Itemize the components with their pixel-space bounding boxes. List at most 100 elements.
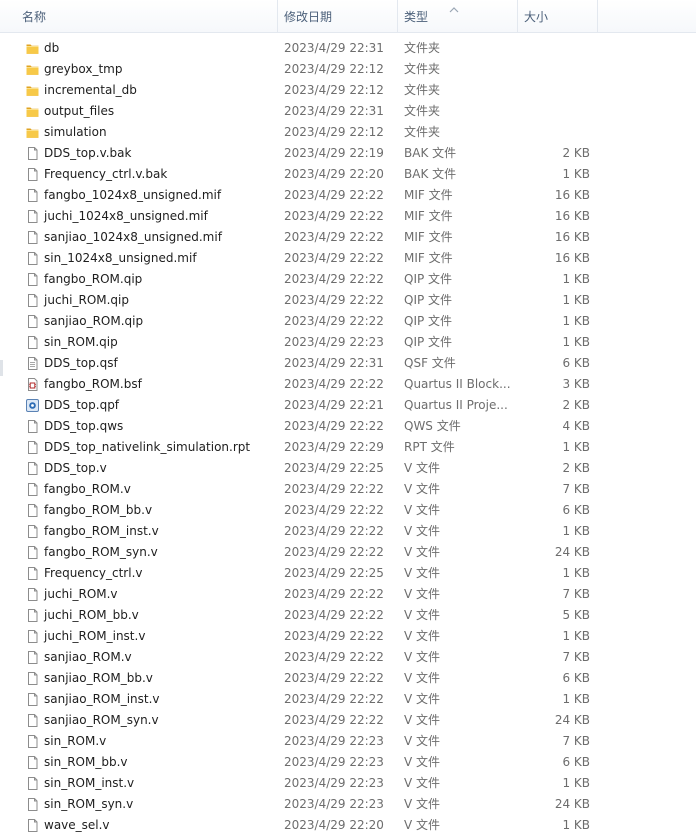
list-item-fangbo-rom-bsf[interactable]: fangbo_ROM.bsf 2023/4/29 22:22 Quartus II … [0, 374, 696, 395]
list-item-frequency-ctrl-v-bak[interactable]: Frequency_ctrl.v.bak 2023/4/29 22:20 BAK 文… [0, 164, 696, 185]
file-type: QWS 文件 [404, 419, 461, 433]
file-type: QIP 文件 [404, 293, 453, 307]
column-header-name[interactable]: 名称 [16, 0, 278, 32]
list-item-dds-top-v-bak[interactable]: DDS_top.v.bak 2023/4/29 22:19 BAK 文件 2 KB [0, 143, 696, 164]
file-size: 7 KB [562, 650, 590, 664]
file-name: juchi_ROM_bb.v [44, 608, 139, 622]
file-size: 1 KB [562, 272, 590, 286]
file-size: 24 KB [554, 797, 590, 811]
modified-date: 2023/4/29 22:22 [284, 713, 384, 727]
file-size: 1 KB [562, 629, 590, 643]
list-item-dds-top-nativelink-simulation-rpt[interactable]: DDS_top_nativelink_simulation.rpt 2023/4/… [0, 437, 696, 458]
file-name: greybox_tmp [44, 62, 123, 76]
list-item-frequency-ctrl-v[interactable]: Frequency_ctrl.v 2023/4/29 22:25 V 文件 1 KB [0, 563, 696, 584]
file-name: sin_1024x8_unsigned.mif [44, 251, 197, 265]
file-size: 1 KB [562, 776, 590, 790]
list-item-output-files[interactable]: output_files 2023/4/29 22:31 文件夹 [0, 101, 696, 122]
modified-date: 2023/4/29 22:22 [284, 692, 384, 706]
file-name: sin_ROM_syn.v [44, 797, 134, 811]
file-type: V 文件 [404, 524, 441, 538]
file-icon [25, 713, 40, 728]
list-item-incremental-db[interactable]: incremental_db 2023/4/29 22:12 文件夹 [0, 80, 696, 101]
file-icon [25, 272, 40, 287]
file-icon [25, 335, 40, 350]
list-item-fangbo-rom-qip[interactable]: fangbo_ROM.qip 2023/4/29 22:22 QIP 文件 1 KB [0, 269, 696, 290]
list-item-fangbo-1024x8-unsigned-mif[interactable]: fangbo_1024x8_unsigned.mif 2023/4/29 22:2… [0, 185, 696, 206]
list-item-fangbo-rom-bb-v[interactable]: fangbo_ROM_bb.v 2023/4/29 22:22 V 文件 6 KB [0, 500, 696, 521]
file-name: sanjiao_ROM.v [44, 650, 132, 664]
list-item-wave-sel-v[interactable]: wave_sel.v 2023/4/29 22:20 V 文件 1 KB [0, 815, 696, 836]
modified-date: 2023/4/29 22:20 [284, 167, 384, 181]
block-file-icon [25, 377, 40, 392]
file-name: incremental_db [44, 83, 137, 97]
list-item-dds-top-qpf[interactable]: DDS_top.qpf 2023/4/29 22:21 Quartus II Pro… [0, 395, 696, 416]
list-item-fangbo-rom-syn-v[interactable]: fangbo_ROM_syn.v 2023/4/29 22:22 V 文件 24 KB [0, 542, 696, 563]
file-size: 2 KB [562, 398, 590, 412]
modified-date: 2023/4/29 22:22 [284, 608, 384, 622]
modified-date: 2023/4/29 22:22 [284, 293, 384, 307]
list-item-sanjiao-rom-syn-v[interactable]: sanjiao_ROM_syn.v 2023/4/29 22:22 V 文件 24 K… [0, 710, 696, 731]
file-icon [25, 545, 40, 560]
list-item-sanjiao-rom-qip[interactable]: sanjiao_ROM.qip 2023/4/29 22:22 QIP 文件 1 KB [0, 311, 696, 332]
file-type: QIP 文件 [404, 272, 453, 286]
file-name: DDS_top.v [44, 461, 107, 475]
list-item-juchi-1024x8-unsigned-mif[interactable]: juchi_1024x8_unsigned.mif 2023/4/29 22:22… [0, 206, 696, 227]
file-size: 2 KB [562, 146, 590, 160]
file-size: 1 KB [562, 293, 590, 307]
file-name: juchi_ROM.qip [44, 293, 129, 307]
list-item-sanjiao-rom-v[interactable]: sanjiao_ROM.v 2023/4/29 22:22 V 文件 7 KB [0, 647, 696, 668]
file-name: sin_ROM_bb.v [44, 755, 128, 769]
modified-date: 2023/4/29 22:23 [284, 335, 384, 349]
file-icon [25, 776, 40, 791]
column-header-date[interactable]: 修改日期 [278, 0, 398, 32]
list-item-fangbo-rom-v[interactable]: fangbo_ROM.v 2023/4/29 22:22 V 文件 7 KB [0, 479, 696, 500]
file-size: 1 KB [562, 314, 590, 328]
file-type: V 文件 [404, 461, 441, 475]
modified-date: 2023/4/29 22:22 [284, 629, 384, 643]
list-item-dds-top-qsf[interactable]: DDS_top.qsf 2023/4/29 22:31 QSF 文件 6 KB [0, 353, 696, 374]
list-item-juchi-rom-bb-v[interactable]: juchi_ROM_bb.v 2023/4/29 22:22 V 文件 5 KB [0, 605, 696, 626]
list-item-greybox-tmp[interactable]: greybox_tmp 2023/4/29 22:12 文件夹 [0, 59, 696, 80]
list-item-sanjiao-rom-bb-v[interactable]: sanjiao_ROM_bb.v 2023/4/29 22:22 V 文件 6 KB [0, 668, 696, 689]
file-size: 7 KB [562, 482, 590, 496]
file-type: V 文件 [404, 776, 441, 790]
file-icon [25, 419, 40, 434]
folder-icon [25, 83, 40, 98]
modified-date: 2023/4/29 22:19 [284, 146, 384, 160]
file-icon [25, 524, 40, 539]
list-item-dds-top-qws[interactable]: DDS_top.qws 2023/4/29 22:22 QWS 文件 4 KB [0, 416, 696, 437]
modified-date: 2023/4/29 22:31 [284, 104, 384, 118]
text-file-icon [25, 356, 40, 371]
list-item-dds-top-v[interactable]: DDS_top.v 2023/4/29 22:25 V 文件 2 KB [0, 458, 696, 479]
list-item-sin-rom-bb-v[interactable]: sin_ROM_bb.v 2023/4/29 22:23 V 文件 6 KB [0, 752, 696, 773]
file-size: 16 KB [554, 251, 590, 265]
list-item-fangbo-rom-inst-v[interactable]: fangbo_ROM_inst.v 2023/4/29 22:22 V 文件 1 KB [0, 521, 696, 542]
list-item-sanjiao-rom-inst-v[interactable]: sanjiao_ROM_inst.v 2023/4/29 22:22 V 文件 1 K… [0, 689, 696, 710]
file-size: 7 KB [562, 734, 590, 748]
file-type: V 文件 [404, 797, 441, 811]
file-name: DDS_top_nativelink_simulation.rpt [44, 440, 251, 454]
file-name: fangbo_1024x8_unsigned.mif [44, 188, 222, 202]
list-item-sin-rom-inst-v[interactable]: sin_ROM_inst.v 2023/4/29 22:23 V 文件 1 KB [0, 773, 696, 794]
file-name: juchi_1024x8_unsigned.mif [44, 209, 208, 223]
list-item-juchi-rom-inst-v[interactable]: juchi_ROM_inst.v 2023/4/29 22:22 V 文件 1 KB [0, 626, 696, 647]
folder-icon [25, 62, 40, 77]
file-type: MIF 文件 [404, 209, 453, 223]
file-type: MIF 文件 [404, 251, 453, 265]
modified-date: 2023/4/29 22:22 [284, 209, 384, 223]
list-item-simulation[interactable]: simulation 2023/4/29 22:12 文件夹 [0, 122, 696, 143]
list-item-sanjiao-1024x8-unsigned-mif[interactable]: sanjiao_1024x8_unsigned.mif 2023/4/29 22:… [0, 227, 696, 248]
list-item-juchi-rom-qip[interactable]: juchi_ROM.qip 2023/4/29 22:22 QIP 文件 1 KB [0, 290, 696, 311]
list-item-sin-1024x8-unsigned-mif[interactable]: sin_1024x8_unsigned.mif 2023/4/29 22:22 MI… [0, 248, 696, 269]
list-item-sin-rom-qip[interactable]: sin_ROM.qip 2023/4/29 22:23 QIP 文件 1 KB [0, 332, 696, 353]
file-name: sin_ROM.qip [44, 335, 118, 349]
file-name: DDS_top.qws [44, 419, 124, 433]
file-size: 1 KB [562, 566, 590, 580]
list-item-db[interactable]: db 2023/4/29 22:31 文件夹 [0, 38, 696, 59]
list-item-juchi-rom-v[interactable]: juchi_ROM.v 2023/4/29 22:22 V 文件 7 KB [0, 584, 696, 605]
list-item-sin-rom-syn-v[interactable]: sin_ROM_syn.v 2023/4/29 22:23 V 文件 24 KB [0, 794, 696, 815]
list-item-sin-rom-v[interactable]: sin_ROM.v 2023/4/29 22:23 V 文件 7 KB [0, 731, 696, 752]
modified-date: 2023/4/29 22:22 [284, 650, 384, 664]
column-header-size[interactable]: 大小 [518, 0, 598, 32]
file-type: V 文件 [404, 713, 441, 727]
